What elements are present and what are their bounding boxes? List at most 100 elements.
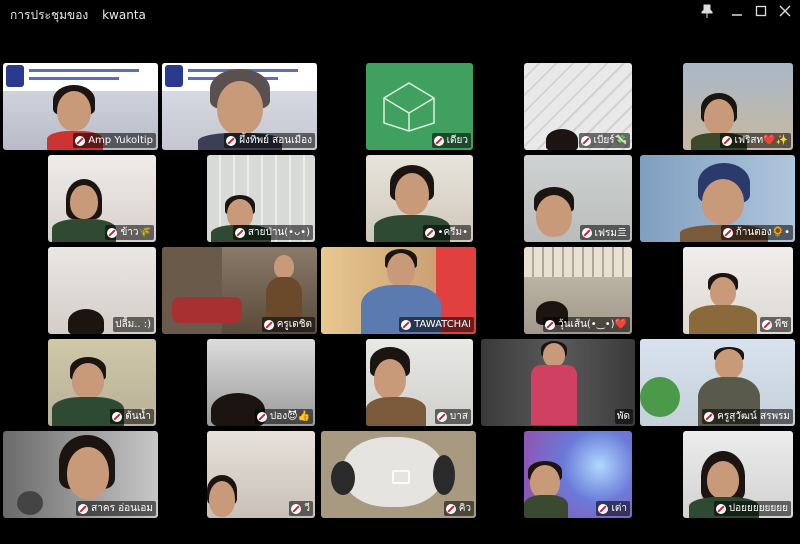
video-tile[interactable]: เดียว — [366, 63, 473, 150]
participant-label: ก้านตอง🌻• — [720, 225, 793, 240]
participant-label: ครูเดชิต — [261, 317, 315, 332]
video-tile[interactable]: ครูสุวัฒน์ สรพรม — [640, 339, 795, 426]
participant-face — [395, 173, 429, 215]
video-tile[interactable]: วุ้นเส้น(•‿•)❤️ — [524, 247, 632, 334]
meeting-owner: kwanta — [102, 8, 146, 22]
participant-face — [57, 91, 91, 131]
video-tile[interactable]: ก้านตอง🌻• — [640, 155, 795, 242]
participant-face — [274, 255, 294, 279]
participant-label: พีช — [759, 317, 791, 332]
mic-muted-icon — [761, 319, 772, 330]
mic-muted-icon — [256, 411, 267, 422]
mic-muted-icon — [112, 411, 123, 422]
video-tile[interactable]: พัด — [481, 339, 635, 426]
participant-name: ปอง😈👍 — [269, 411, 310, 422]
participant-name: Amp Yukoltip — [88, 135, 153, 146]
video-tile[interactable]: เฟรม亖 — [524, 155, 632, 242]
participant-label: บาส — [434, 409, 471, 424]
participant-name: สาคร อ่อนเอม — [91, 503, 153, 514]
participant-name: เฟรม亖 — [594, 228, 627, 239]
mic-muted-icon — [721, 135, 732, 146]
video-tile[interactable]: สาคร อ่อนเอม — [3, 431, 158, 518]
video-tile[interactable]: Amp Yukoltip — [3, 63, 158, 150]
video-tile[interactable]: บาส — [366, 339, 473, 426]
motorcycle — [172, 297, 242, 323]
participant-name: สายป่าน(•ᴗ•) — [247, 227, 310, 238]
video-tile[interactable]: ข้าว🌾 — [48, 155, 156, 242]
participant-name: วุ้นเส้น(•‿•)❤️ — [558, 319, 627, 330]
mic-muted-icon — [445, 503, 456, 514]
camera-off-icon — [391, 469, 410, 484]
participant-label: ต้นน้ำ — [110, 409, 154, 424]
participant-face — [543, 343, 565, 367]
participant-name: พีช — [774, 319, 788, 330]
participant-name: คิว — [458, 503, 471, 514]
video-tile[interactable]: ปอยยยยยยยย — [683, 431, 793, 518]
participant-face — [387, 253, 415, 287]
cube-drawing — [383, 82, 435, 132]
mic-muted-icon — [545, 319, 556, 330]
participant-name: วี — [304, 503, 310, 514]
video-tile[interactable]: ปลื้ม.. :) — [48, 247, 156, 334]
participant-label: ปอง😈👍 — [254, 409, 313, 424]
participant-name: เฟริสท❤️✨ — [734, 135, 788, 146]
pin-icon[interactable] — [696, 4, 718, 24]
video-tile[interactable]: พีช — [683, 247, 793, 334]
minimize-icon[interactable] — [726, 4, 748, 24]
participant-face — [715, 349, 743, 379]
participant-name: เดียว — [446, 135, 468, 146]
video-tile[interactable]: ปอง😈👍 — [207, 339, 315, 426]
video-tile-active-speaker[interactable]: ผึ้งทิพย์ สอนเมือง — [162, 63, 317, 150]
participant-label: เฟริสท❤️✨ — [719, 133, 791, 148]
close-icon[interactable] — [774, 4, 796, 24]
participant-name: ต้นน้ำ — [125, 411, 151, 422]
participant-name: ข้าว🌾 — [120, 227, 151, 238]
title-bar: การประชุมของ kwanta — [0, 0, 800, 28]
participant-face — [710, 277, 736, 307]
video-tile[interactable]: เฟริสท❤️✨ — [683, 63, 793, 150]
plant — [640, 377, 680, 417]
video-tile[interactable]: ครูเดชิต — [162, 247, 317, 334]
mic-muted-icon — [598, 503, 609, 514]
video-tile[interactable]: คิว — [321, 431, 476, 518]
participant-face — [536, 195, 572, 237]
participant-name: เต่า — [611, 503, 627, 514]
participant-label: เต่า — [596, 501, 630, 516]
participant-face — [530, 465, 560, 499]
video-tile[interactable]: •ครีม• — [366, 155, 473, 242]
mic-muted-icon — [436, 411, 447, 422]
mic-muted-icon — [107, 227, 118, 238]
mic-muted-icon — [291, 503, 302, 514]
participant-face — [209, 481, 235, 517]
mic-muted-icon — [234, 227, 245, 238]
video-tile[interactable]: สายป่าน(•ᴗ•) — [207, 155, 315, 242]
participant-label: เบียร์💸 — [578, 133, 630, 148]
participant-name: บาส — [449, 411, 468, 422]
mic-muted-icon — [722, 227, 733, 238]
mic-muted-icon — [401, 319, 412, 330]
participant-label: Amp Yukoltip — [73, 133, 156, 148]
avatar — [17, 491, 43, 515]
participant-face — [702, 179, 744, 225]
mic-muted-icon — [580, 135, 591, 146]
window-title: การประชุมของ kwanta — [10, 6, 146, 25]
video-tile[interactable]: วี — [207, 431, 315, 518]
mic-muted-icon — [433, 135, 444, 146]
participant-label: ข้าว🌾 — [105, 225, 154, 240]
video-tile[interactable]: TAWATCHAI — [321, 247, 476, 334]
video-tile[interactable]: เบียร์💸 — [524, 63, 632, 150]
participant-label: พัด — [614, 409, 633, 424]
video-tile[interactable]: เต่า — [524, 431, 632, 518]
participant-label: ปอยยยยยยยย — [713, 501, 791, 516]
participant-face — [704, 99, 734, 135]
participant-label: คิว — [443, 501, 474, 516]
mic-muted-icon — [263, 319, 274, 330]
maximize-icon[interactable] — [750, 4, 772, 24]
participant-face — [707, 461, 739, 499]
participant-label: ผึ้งทิพย์ สอนเมือง — [224, 133, 315, 148]
participant-label: เดียว — [431, 133, 471, 148]
participant-name: ก้านตอง🌻• — [735, 227, 790, 238]
video-tile[interactable]: ต้นน้ำ — [48, 339, 156, 426]
participant-face — [67, 447, 109, 499]
mic-muted-icon — [78, 503, 89, 514]
